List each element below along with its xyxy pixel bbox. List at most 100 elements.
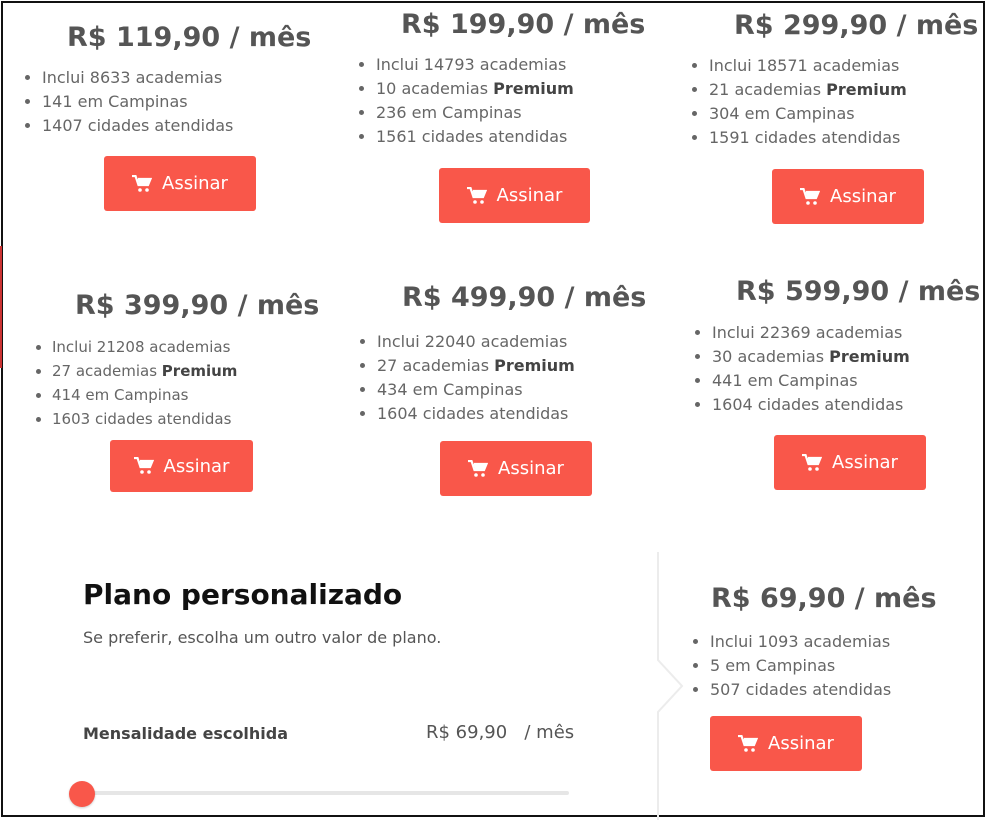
plan-feature-text: 507 cidades atendidas — [710, 680, 892, 699]
plan-feature-text: 27 academias — [52, 362, 162, 380]
shopping-cart-icon — [800, 187, 821, 206]
plan-feature-text: 141 em Campinas — [42, 92, 188, 111]
subscribe-button-label: Assinar — [830, 186, 896, 207]
plan-feature-text: 1561 cidades atendidas — [376, 127, 568, 146]
plan-feature-item: Inclui 1093 academias — [710, 630, 937, 654]
plan-feature-text: 1604 cidades atendidas — [377, 404, 569, 423]
subscribe-button-6[interactable]: Assinar — [774, 435, 926, 490]
plan-features: Inclui 22040 academias 27 academias Premi… — [356, 330, 646, 426]
premium-label: Premium — [161, 362, 238, 380]
plan-feature-text: 1591 cidades atendidas — [709, 128, 901, 147]
plan-feature-item: 1561 cidades atendidas — [376, 125, 645, 149]
plan-feature-item: 1604 cidades atendidas — [712, 393, 980, 417]
plan-feature-text: 304 em Campinas — [709, 104, 855, 123]
plan-price: R$ 299,90 / mês — [734, 10, 979, 41]
plan-card-3: R$ 299,90 / mês Inclui 18571 academias 21… — [709, 10, 979, 150]
plan-feature-item: Inclui 8633 academias — [42, 66, 311, 90]
plan-price: R$ 119,90 / mês — [67, 22, 312, 53]
plan-card-1: R$ 119,90 / mês Inclui 8633 academias 141… — [42, 22, 312, 138]
plan-feature-text: Inclui 22040 academias — [377, 332, 568, 351]
plan-feature-text: Inclui 22369 academias — [712, 323, 903, 342]
premium-label: Premium — [826, 80, 907, 99]
plan-feature-text: 21 academias — [709, 80, 827, 99]
plan-feature-item: 1591 cidades atendidas — [709, 126, 978, 150]
plan-features: Inclui 22369 academias 30 academias Premi… — [691, 321, 980, 417]
plan-feature-text: 27 academias — [377, 356, 495, 375]
plan-feature-item: Inclui 22369 academias — [712, 321, 980, 345]
plan-feature-text: 1604 cidades atendidas — [712, 395, 904, 414]
subscribe-button-label: Assinar — [832, 452, 898, 473]
monthly-value-text: R$ 69,90 / mês — [426, 722, 575, 743]
subscribe-button-label: Assinar — [498, 458, 564, 479]
plan-features: Inclui 1093 academias 5 em Campinas 507 ci… — [689, 630, 937, 702]
plan-feature-item: Inclui 14793 academias — [376, 53, 645, 77]
plan-feature-item: 1407 cidades atendidas — [42, 114, 311, 138]
plan-feature-text: 1407 cidades atendidas — [42, 116, 234, 135]
edge-marker — [0, 246, 2, 368]
plan-feature-text: 441 em Campinas — [712, 371, 858, 390]
plan-feature-item: 236 em Campinas — [376, 101, 645, 125]
plan-features: Inclui 21208 academias 27 academias Premi… — [31, 335, 319, 431]
plan-card-2: R$ 199,90 / mês Inclui 14793 academias 10… — [376, 9, 646, 149]
shopping-cart-icon — [132, 174, 153, 193]
price-slider-thumb[interactable] — [69, 781, 95, 807]
subscribe-button-4[interactable]: Assinar — [110, 440, 253, 492]
subscribe-button-label: Assinar — [768, 733, 834, 754]
plan-price: R$ 69,90 / mês — [711, 583, 937, 614]
plan-price: R$ 399,90 / mês — [75, 290, 320, 321]
plan-feature-item: 434 em Campinas — [377, 378, 646, 402]
plan-feature-item: 304 em Campinas — [709, 102, 978, 126]
plan-feature-item: Inclui 18571 academias — [709, 54, 978, 78]
plan-feature-item: 30 academias Premium — [712, 345, 980, 369]
plan-feature-item: 5 em Campinas — [710, 654, 937, 678]
price-slider-track[interactable] — [82, 791, 569, 795]
plan-feature-item: 1603 cidades atendidas — [52, 407, 319, 431]
plan-card-custom: R$ 69,90 / mês Inclui 1093 academias 5 em… — [710, 583, 937, 702]
plan-price: R$ 199,90 / mês — [401, 9, 646, 40]
shopping-cart-icon — [468, 459, 489, 478]
plan-feature-item: Inclui 22040 academias — [377, 330, 646, 354]
plan-feature-text: Inclui 21208 academias — [52, 338, 231, 356]
panel-divider — [657, 552, 684, 820]
plan-feature-text: 10 academias — [376, 79, 494, 98]
plan-feature-item: Inclui 21208 academias — [52, 335, 319, 359]
plan-card-6: R$ 599,90 / mês Inclui 22369 academias 30… — [712, 276, 981, 417]
plan-feature-item: 27 academias Premium — [377, 354, 646, 378]
plan-feature-text: Inclui 14793 academias — [376, 55, 567, 74]
monthly-label: Mensalidade escolhida — [83, 724, 289, 743]
plan-feature-item: 27 academias Premium — [52, 359, 319, 383]
plan-card-4: R$ 399,90 / mês Inclui 21208 academias 27… — [52, 290, 320, 431]
plan-feature-text: 434 em Campinas — [377, 380, 523, 399]
custom-plan-title: Plano personalizado — [83, 578, 403, 611]
shopping-cart-icon — [802, 453, 823, 472]
shopping-cart-icon — [738, 734, 759, 753]
plan-feature-item: 414 em Campinas — [52, 383, 319, 407]
monthly-value: R$ 69,90 / mês — [426, 722, 574, 743]
plan-features: Inclui 14793 academias 10 academias Premi… — [355, 53, 645, 149]
plan-card-5: R$ 499,90 / mês Inclui 22040 academias 27… — [377, 282, 647, 426]
plan-feature-text: Inclui 1093 academias — [710, 632, 891, 651]
plan-feature-text: 1603 cidades atendidas — [52, 410, 232, 428]
subscribe-button-2[interactable]: Assinar — [439, 168, 590, 223]
plan-feature-item: 10 academias Premium — [376, 77, 645, 101]
plan-feature-item: 441 em Campinas — [712, 369, 980, 393]
plan-price: R$ 499,90 / mês — [402, 282, 647, 313]
premium-label: Premium — [829, 347, 910, 366]
plan-price: R$ 599,90 / mês — [736, 276, 981, 307]
subscribe-button-label: Assinar — [162, 173, 228, 194]
premium-label: Premium — [493, 79, 574, 98]
shopping-cart-icon — [466, 186, 487, 205]
plan-feature-text: 5 em Campinas — [710, 656, 836, 675]
custom-plan-subtitle: Se preferir, escolha um outro valor de p… — [83, 628, 442, 647]
plan-feature-text: Inclui 18571 academias — [709, 56, 900, 75]
subscribe-button-1[interactable]: Assinar — [104, 156, 256, 211]
plan-feature-text: 414 em Campinas — [52, 386, 189, 404]
subscribe-button-custom[interactable]: Assinar — [710, 716, 862, 771]
shopping-cart-icon — [133, 457, 154, 475]
plan-features: Inclui 18571 academias 21 academias Premi… — [688, 54, 978, 150]
subscribe-button-5[interactable]: Assinar — [440, 441, 592, 496]
subscribe-button-label: Assinar — [496, 185, 563, 206]
subscribe-button-3[interactable]: Assinar — [772, 169, 924, 224]
plan-feature-item: 1604 cidades atendidas — [377, 402, 646, 426]
plan-feature-item: 507 cidades atendidas — [710, 678, 937, 702]
